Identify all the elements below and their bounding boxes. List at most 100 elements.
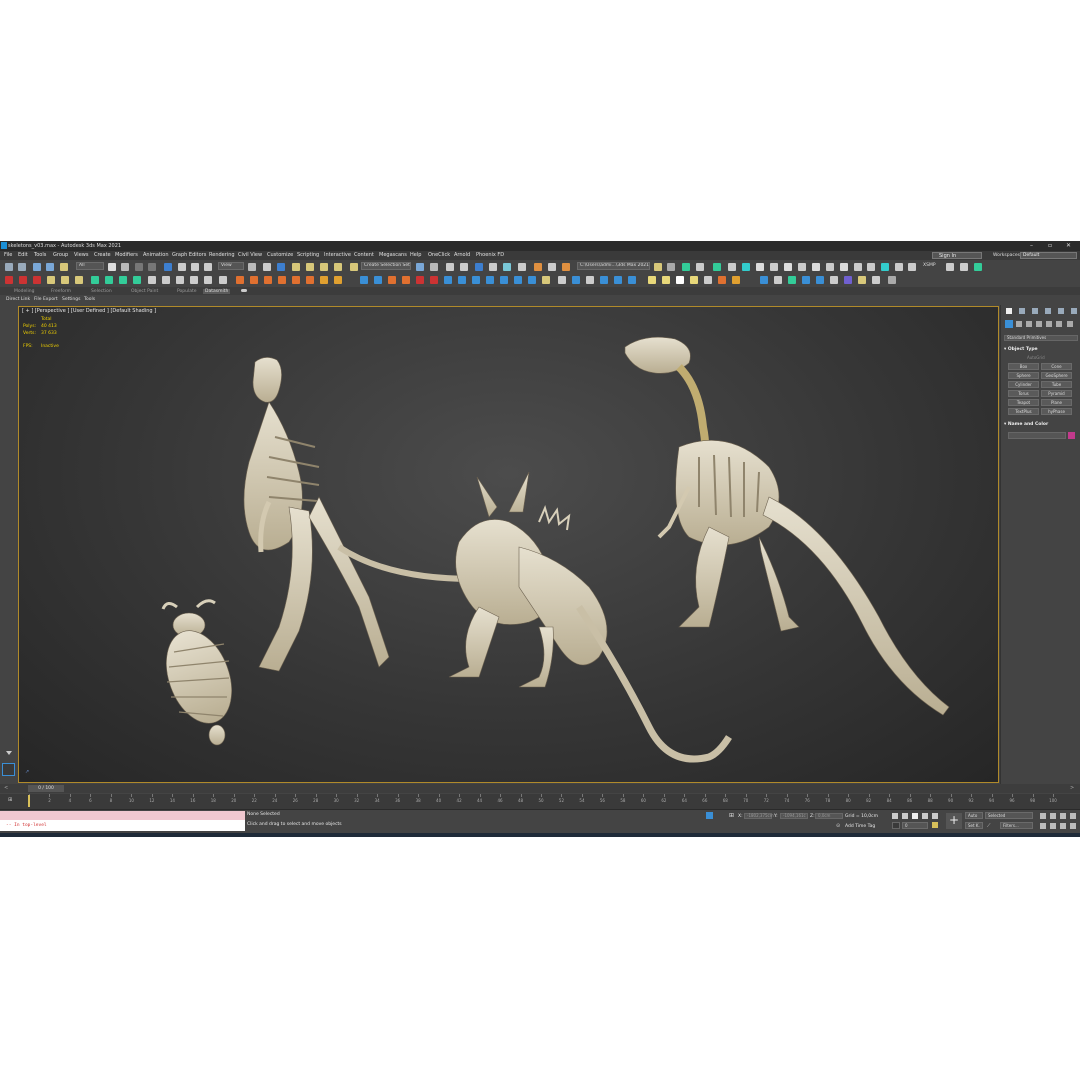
- plane-button[interactable]: Plane: [1041, 399, 1072, 406]
- plugin-row2-7-icon[interactable]: [91, 275, 99, 284]
- tab-selection[interactable]: Selection: [91, 289, 112, 294]
- selection-filter-select[interactable]: All: [76, 262, 104, 270]
- menu-content[interactable]: Content: [354, 252, 374, 258]
- key-mode-toggle-icon[interactable]: [892, 822, 900, 829]
- plugin-row2-34-icon[interactable]: [486, 275, 494, 284]
- pyramid-button[interactable]: Pyramid: [1041, 390, 1072, 397]
- zoom-icon[interactable]: [1040, 813, 1046, 819]
- plugin-row2-19-icon[interactable]: [264, 275, 272, 284]
- cameras-icon[interactable]: [1036, 321, 1042, 327]
- plugin-row2-17-icon[interactable]: [236, 275, 244, 284]
- plugin-row2-41-icon[interactable]: [586, 275, 594, 284]
- plugin-row2-27-icon[interactable]: [388, 275, 396, 284]
- zoom-extents-icon[interactable]: [1060, 813, 1066, 819]
- undo-icon[interactable]: [5, 262, 13, 271]
- plugin-row2-39-icon[interactable]: [558, 275, 566, 284]
- menu-customize[interactable]: Customize: [267, 252, 293, 258]
- plugin-row2-3-icon[interactable]: [33, 275, 41, 284]
- y-coordinate-field[interactable]: -1094,161c: [780, 813, 808, 819]
- autogrid-checkbox[interactable]: AutoGrid: [1027, 355, 1045, 360]
- expand-layouts-icon[interactable]: [6, 751, 12, 755]
- plugin-row2-37-icon[interactable]: [528, 275, 536, 284]
- plugin-row2-47-icon[interactable]: [676, 275, 684, 284]
- plugin-tool-20-icon[interactable]: [974, 262, 982, 271]
- tab-modeling[interactable]: Modeling: [14, 289, 34, 294]
- close-icon[interactable]: ✕: [1066, 242, 1071, 249]
- plugin-row2-16-icon[interactable]: [219, 275, 227, 284]
- plugin-row2-54-icon[interactable]: [788, 275, 796, 284]
- plugin-row2-40-icon[interactable]: [572, 275, 580, 284]
- plugin-tool-4-icon[interactable]: [728, 262, 736, 271]
- plugin-tool-1-icon[interactable]: [682, 262, 690, 271]
- menu-create[interactable]: Create: [94, 252, 111, 258]
- plugin-row2-35-icon[interactable]: [500, 275, 508, 284]
- menu-arnold[interactable]: Arnold: [454, 252, 470, 258]
- redo-icon[interactable]: [18, 262, 26, 271]
- previous-key-icon[interactable]: [902, 813, 908, 819]
- menu-modifiers[interactable]: Modifiers: [115, 252, 138, 258]
- angle-snap-icon[interactable]: [306, 262, 314, 271]
- plugin-row2-43-icon[interactable]: [614, 275, 622, 284]
- percent-snap-icon[interactable]: [320, 262, 328, 271]
- textplus-button[interactable]: TextPlus: [1008, 408, 1039, 415]
- menu-views[interactable]: Views: [74, 252, 88, 258]
- window-crossing-icon[interactable]: [148, 262, 156, 271]
- lights-icon[interactable]: [1026, 321, 1032, 327]
- plugin-row2-14-icon[interactable]: [190, 275, 198, 284]
- plugin-row2-49-icon[interactable]: [704, 275, 712, 284]
- prev-frame-icon[interactable]: <: [4, 785, 8, 791]
- menu-interactive[interactable]: Interactive: [324, 252, 351, 258]
- minimize-icon[interactable]: –: [1030, 242, 1033, 249]
- plugin-tool-10-icon[interactable]: [812, 262, 820, 271]
- plugin-row2-20-icon[interactable]: [278, 275, 286, 284]
- plugin-row2-2-icon[interactable]: [19, 275, 27, 284]
- add-time-tag[interactable]: Add Time Tag: [845, 824, 875, 829]
- align-icon[interactable]: [430, 262, 438, 271]
- render-production-icon[interactable]: [562, 262, 570, 271]
- box-button[interactable]: Box: [1008, 363, 1039, 370]
- sphere-button[interactable]: Sphere: [1008, 372, 1039, 379]
- toolbar-overflow-icon[interactable]: [667, 262, 675, 271]
- menu-tools[interactable]: Tools: [34, 252, 46, 258]
- zoom-extents-all-icon[interactable]: [1070, 813, 1076, 819]
- orbit-icon[interactable]: [1060, 823, 1066, 829]
- bind-spacewarp-icon[interactable]: [60, 262, 68, 271]
- plugin-row2-9-icon[interactable]: [119, 275, 127, 284]
- plugin-row2-5-icon[interactable]: [61, 275, 69, 284]
- menu-oneclick[interactable]: OneClick: [428, 252, 450, 258]
- viewport-layout-thumb[interactable]: [2, 763, 15, 776]
- name-color-rollout[interactable]: ▾ Name and Color: [1004, 422, 1078, 429]
- geometry-icon[interactable]: [1005, 320, 1013, 328]
- plugin-row2-10-icon[interactable]: [133, 275, 141, 284]
- menu-help[interactable]: Help: [410, 252, 421, 258]
- tube-button[interactable]: Tube: [1041, 381, 1072, 388]
- object-type-rollout[interactable]: ▾ Object Type: [1004, 347, 1078, 354]
- layer-explorer-icon[interactable]: [460, 262, 468, 271]
- rendered-frame-window-icon[interactable]: [548, 262, 556, 271]
- maxscript-listener-output[interactable]: -- In top-level: [0, 820, 245, 831]
- tab-freeform[interactable]: Freeform: [51, 289, 71, 294]
- ribbon-toggle-icon[interactable]: [241, 289, 247, 292]
- menu-megascans[interactable]: Megascans: [379, 252, 407, 258]
- x-coordinate-field[interactable]: -1802,375cm: [744, 813, 774, 819]
- reference-coordinate-select[interactable]: View: [218, 262, 244, 270]
- schematic-view-icon[interactable]: [503, 262, 511, 271]
- object-name-field[interactable]: [1008, 432, 1066, 439]
- edit-named-selection-icon[interactable]: [350, 262, 358, 271]
- plugin-tool-9-icon[interactable]: [798, 262, 806, 271]
- menu-phoenix-fd[interactable]: Phoenix FD: [476, 252, 504, 258]
- plugin-row2-57-icon[interactable]: [830, 275, 838, 284]
- plugin-tool-14-icon[interactable]: [867, 262, 875, 271]
- keyboard-shortcut-override-icon[interactable]: [277, 262, 285, 271]
- plugin-row2-36-icon[interactable]: [514, 275, 522, 284]
- menu-graph-editors[interactable]: Graph Editors: [172, 252, 206, 258]
- next-key-icon[interactable]: [922, 813, 928, 819]
- ribbon-settings[interactable]: Settings: [62, 297, 80, 302]
- plugin-row2-32-icon[interactable]: [458, 275, 466, 284]
- go-to-end-icon[interactable]: [932, 813, 938, 819]
- sign-in-dropdown[interactable]: Sign In: [932, 251, 982, 259]
- time-tag-icon[interactable]: ⊝: [836, 823, 840, 829]
- add-key-icon[interactable]: +: [946, 813, 962, 829]
- ribbon-file-export[interactable]: File Export: [34, 297, 58, 302]
- select-object-icon[interactable]: [108, 262, 116, 271]
